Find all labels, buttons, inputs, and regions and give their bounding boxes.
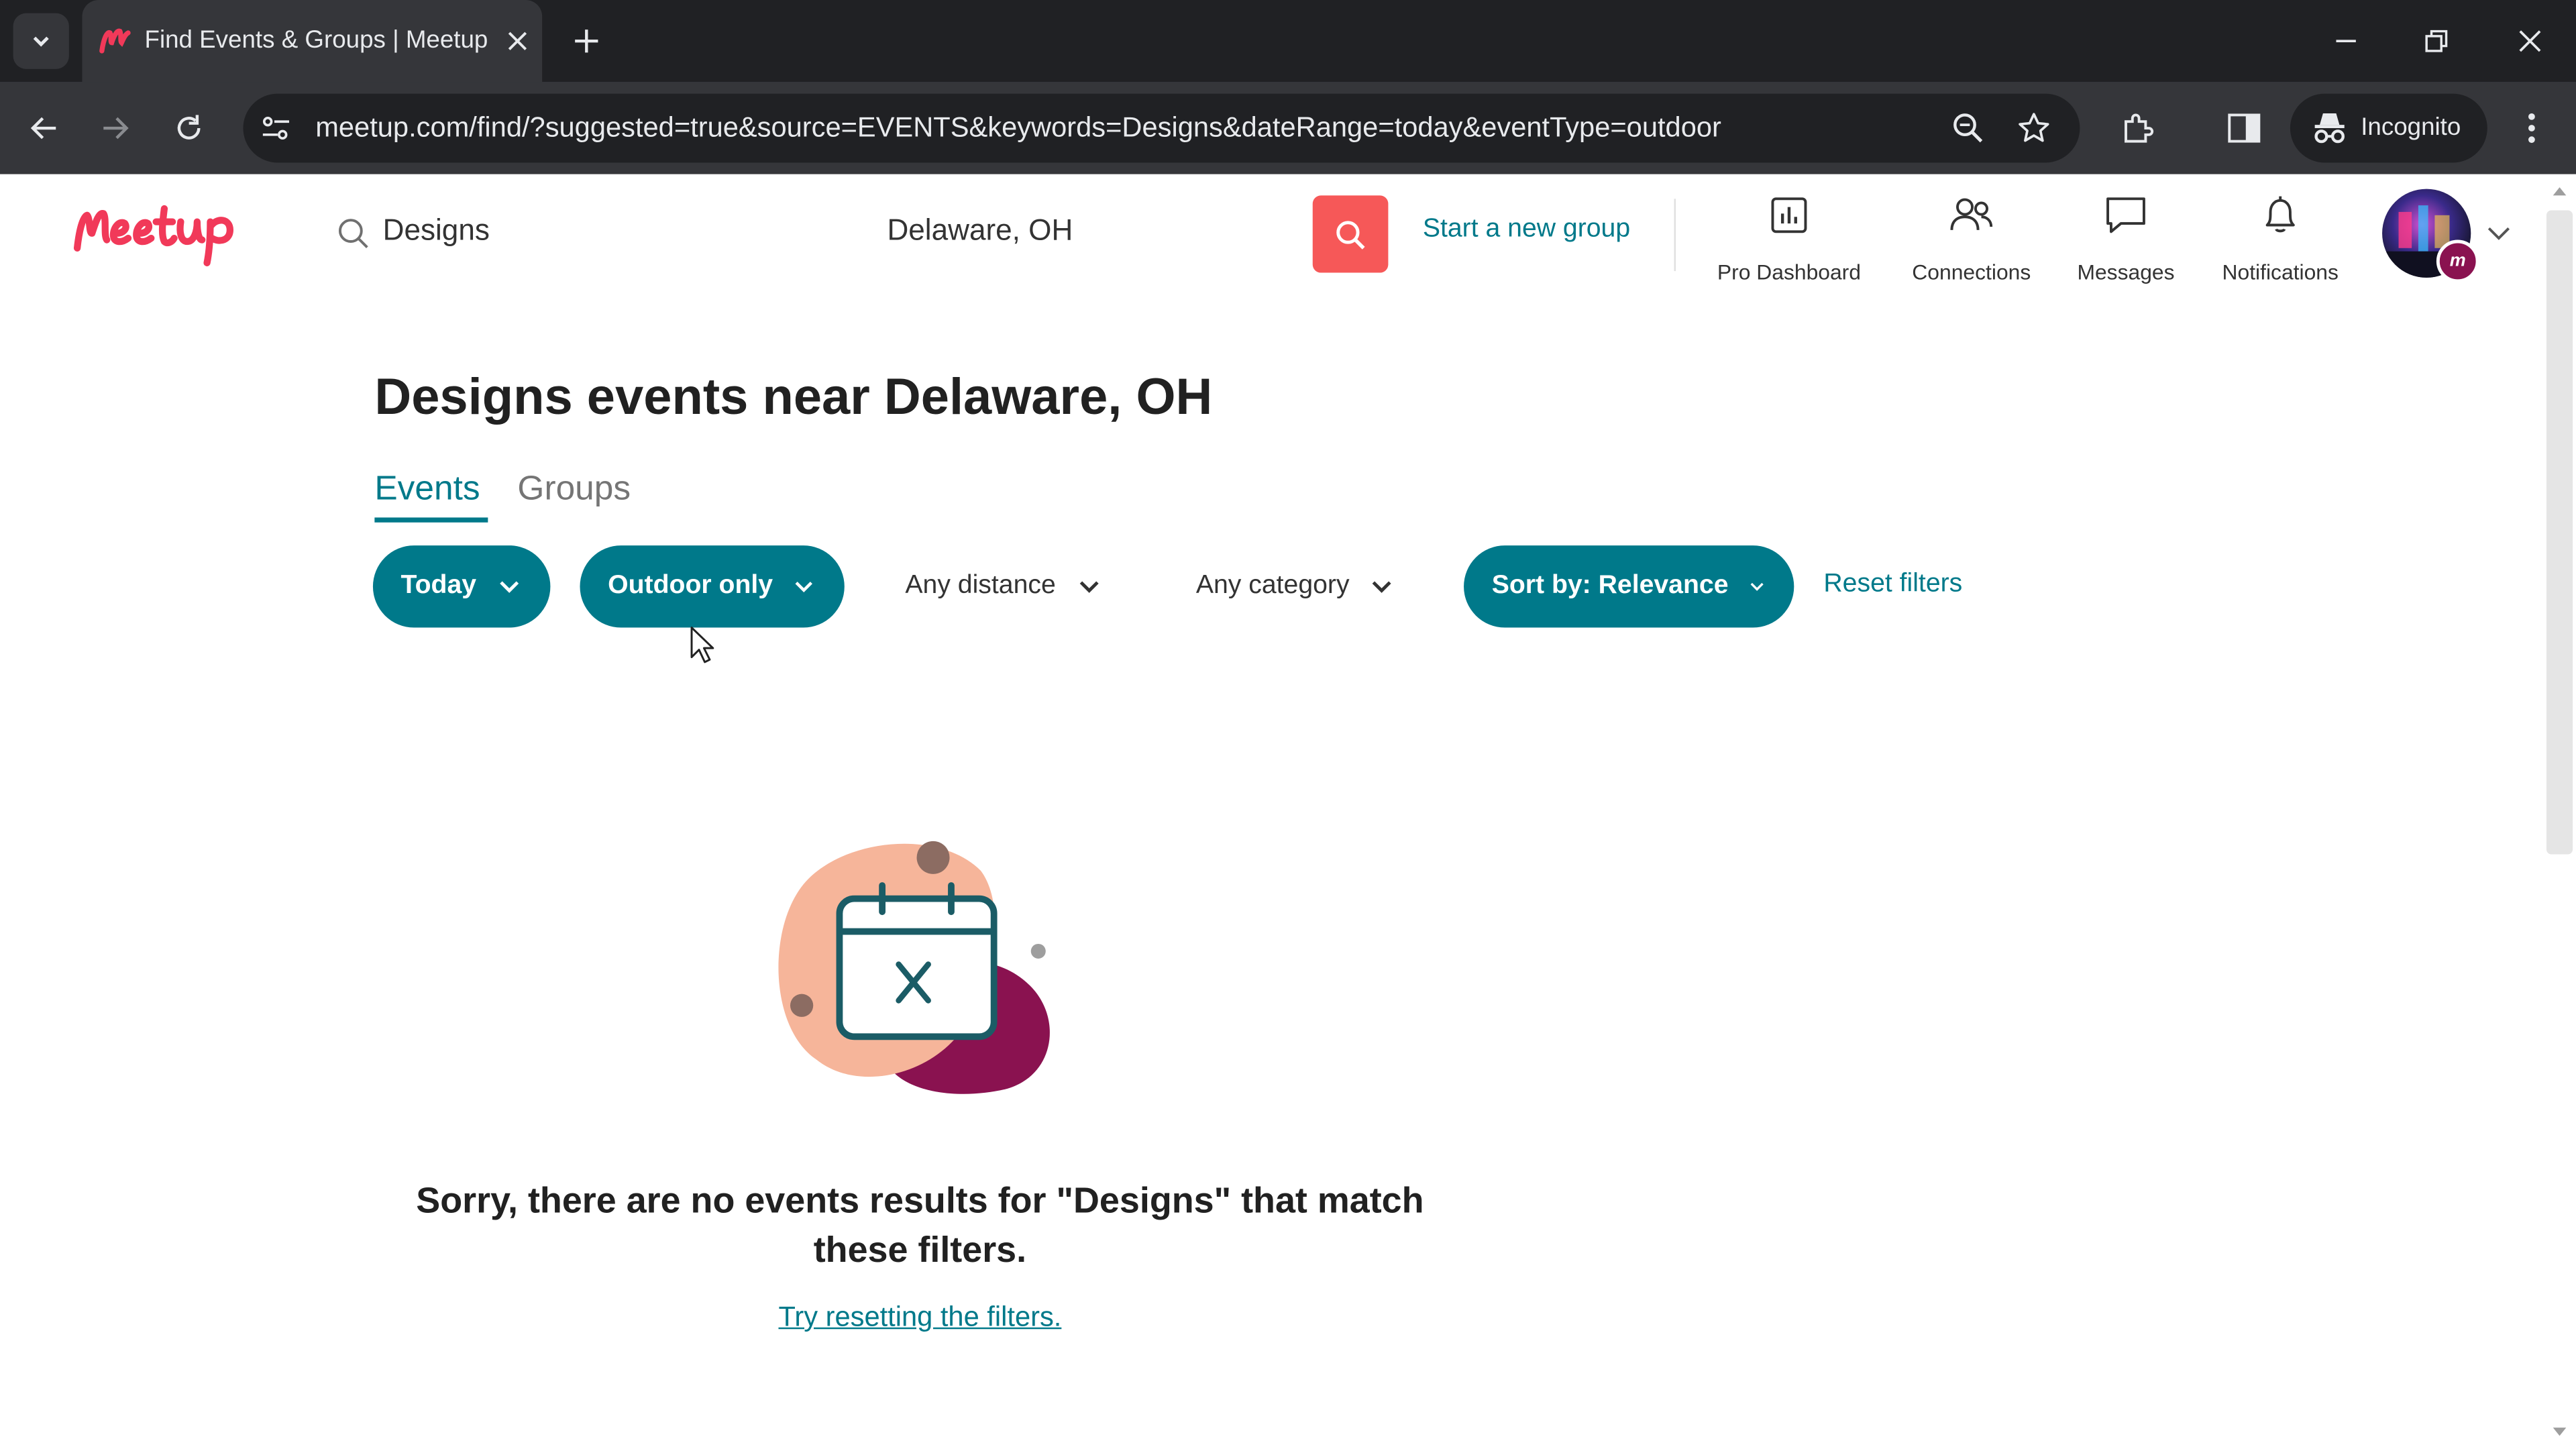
meetup-favicon-icon [99,28,131,54]
back-icon[interactable] [21,105,68,152]
chevron-down-icon [796,582,814,593]
search-icon [1336,220,1365,249]
bookmark-star-icon[interactable] [2012,107,2055,150]
chevron-down-icon[interactable] [2484,219,2514,248]
filter-distance-label: Any distance [905,572,1056,600]
tab-events[interactable]: Events [374,470,480,509]
scroll-up-arrow-icon[interactable] [2551,184,2567,197]
incognito-label: Incognito [2361,113,2461,142]
search-icon [338,219,368,248]
sort-dropdown[interactable]: Sort by: Relevance [1464,545,1794,628]
incognito-indicator[interactable]: Incognito [2290,93,2487,163]
chevron-down-icon [1373,581,1392,593]
people-icon [1950,198,1993,230]
filter-category-label: Any category [1195,572,1350,600]
forward-icon[interactable] [92,105,138,152]
filter-date-dropdown[interactable]: Today [372,545,551,628]
url-text[interactable]: meetup.com/find/?suggested=true&source=E… [315,112,1721,145]
mouse-cursor-icon [690,627,714,663]
bell-icon [2265,196,2295,233]
header-divider [1674,199,1676,272]
nav-notifications[interactable]: Notifications [2208,194,2353,284]
close-window-icon[interactable] [2506,16,2555,65]
meetup-logo[interactable] [72,194,247,270]
sort-label: Sort by: Relevance [1491,572,1729,600]
side-panel-icon[interactable] [2221,105,2267,152]
browser-menu-icon[interactable] [2509,105,2555,152]
location-input[interactable]: Delaware, OH [887,213,1073,248]
nav-connections[interactable]: Connections [1899,194,2044,284]
close-tab-icon[interactable] [501,23,534,59]
search-button[interactable] [1312,195,1389,273]
nav-pro-dashboard[interactable]: Pro Dashboard [1709,194,1870,284]
reset-filters-link[interactable]: Reset filters [1823,570,1962,600]
nav-pro-dashboard-label: Pro Dashboard [1717,259,1862,284]
try-resetting-filters-link-text[interactable]: Try resetting the filters. [778,1301,1061,1333]
nav-notifications-label: Notifications [2222,259,2339,284]
nav-messages[interactable]: Messages [2067,194,2185,284]
minimize-icon[interactable] [2321,16,2370,65]
scroll-down-arrow-icon[interactable] [2551,1426,2567,1440]
keyword-search-input[interactable]: Designs [383,213,490,248]
site-info-icon[interactable] [256,109,296,148]
empty-results-message: Sorry, there are no events results for "… [416,1179,1424,1271]
zoom-icon[interactable] [1947,107,1990,150]
start-new-group-link[interactable]: Start a new group [1423,215,1630,245]
extensions-icon[interactable] [2114,105,2161,152]
tab-title: Find Events & Groups | Meetup [144,26,488,54]
tab-search-button[interactable] [13,13,69,69]
new-tab-icon[interactable] [567,21,606,61]
active-tab-indicator [374,517,488,523]
scrollbar-thumb[interactable] [2546,210,2573,855]
page-title: Designs events near Delaware, OH [374,368,1213,426]
chevron-down-icon [1750,582,1764,591]
reload-icon[interactable] [166,105,212,152]
bar-chart-icon [1771,197,1807,233]
tab-groups[interactable]: Groups [517,470,631,509]
chevron-down-icon [1079,581,1098,593]
meetup-plus-badge: m [2436,239,2479,283]
browser-tab[interactable]: Find Events & Groups | Meetup [82,0,543,83]
nav-messages-label: Messages [2077,259,2175,284]
address-bar[interactable]: meetup.com/find/?suggested=true&source=E… [243,93,2080,163]
nav-connections-label: Connections [1912,259,2031,284]
chevron-down-icon [33,36,49,47]
chevron-down-icon [500,581,519,593]
chat-icon [2106,197,2145,233]
browser-tab-strip: Find Events & Groups | Meetup [0,0,2576,83]
restore-icon[interactable] [2412,16,2461,65]
empty-calendar-illustration [778,841,1050,1094]
filter-distance-dropdown[interactable]: Any distance [877,545,1140,628]
incognito-icon [2314,113,2345,144]
try-resetting-filters-link: Try resetting the filters. [374,1301,1465,1334]
screen: Find Events & Groups | Meetup meetup.com… [0,0,2576,1449]
filter-date-label: Today [400,572,477,600]
filter-type-dropdown[interactable]: Outdoor only [580,545,845,628]
browser-toolbar: meetup.com/find/?suggested=true&source=E… [0,82,2576,174]
filter-category-dropdown[interactable]: Any category [1168,545,1438,628]
filter-type-label: Outdoor only [608,572,773,600]
